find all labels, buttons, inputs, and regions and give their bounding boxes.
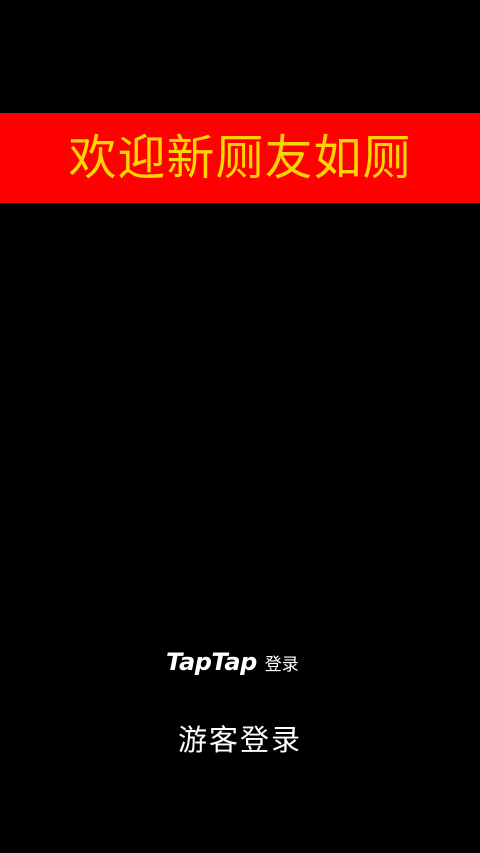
taptap-login-button[interactable]: TapTap 登录 <box>166 645 299 679</box>
taptap-logo: TapTap <box>166 648 257 676</box>
taptap-login-label: 登录 <box>264 654 299 675</box>
welcome-banner-text: 欢迎新厕友如厕 <box>68 130 412 186</box>
guest-login-button[interactable]: 游客登录 <box>0 716 480 760</box>
welcome-banner: 欢迎新厕友如厕 <box>0 113 480 203</box>
